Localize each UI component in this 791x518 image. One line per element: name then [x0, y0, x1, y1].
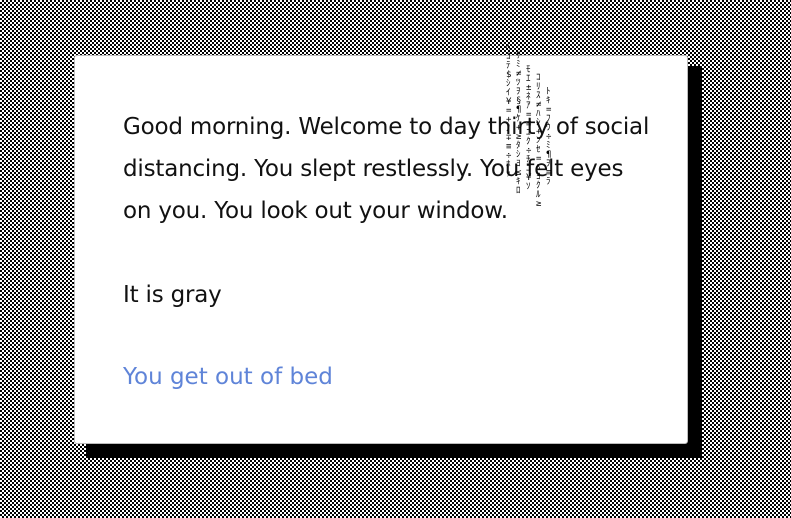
story-paragraph: It is gray: [123, 282, 222, 308]
story-card: Good morning. Welcome to day thirty of s…: [74, 55, 688, 444]
choice-link-get-out-of-bed[interactable]: You get out of bed: [123, 356, 333, 398]
story-text: Good morning. Welcome to day thirty of s…: [123, 106, 653, 358]
story-paragraph: Good morning. Welcome to day thirty of s…: [123, 114, 650, 224]
